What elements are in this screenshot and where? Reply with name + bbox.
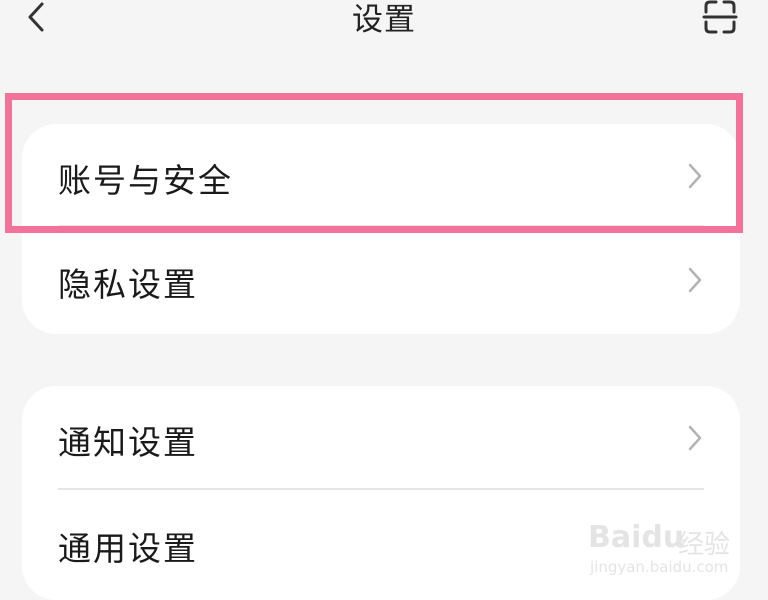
chevron-right-icon <box>688 425 702 451</box>
settings-item-notifications[interactable]: 通知设置 <box>22 386 740 490</box>
watermark-url: jingyan.baidu.com <box>590 558 729 576</box>
settings-item-label: 账号与安全 <box>58 161 233 200</box>
settings-item-label: 通用设置 <box>58 529 198 568</box>
settings-group-1: 账号与安全 隐私设置 <box>22 124 740 334</box>
scan-icon <box>702 0 738 34</box>
page-title: 设置 <box>352 2 416 38</box>
top-bar: 设置 <box>0 0 768 50</box>
watermark-brand: Baidu <box>588 520 685 555</box>
settings-item-label: 隐私设置 <box>58 265 198 304</box>
chevron-right-icon <box>688 163 702 189</box>
baidu-jingyan-watermark: Baidu 经验 jingyan.baidu.com <box>588 512 758 582</box>
divider <box>58 488 704 490</box>
settings-item-privacy[interactable]: 隐私设置 <box>22 228 740 332</box>
chevron-right-icon <box>688 267 702 293</box>
divider <box>58 225 704 227</box>
scan-button[interactable] <box>700 0 740 36</box>
watermark-jingyan: 经验 <box>678 530 731 560</box>
settings-item-label: 通知设置 <box>58 423 198 462</box>
settings-item-account-security[interactable]: 账号与安全 <box>22 124 740 228</box>
